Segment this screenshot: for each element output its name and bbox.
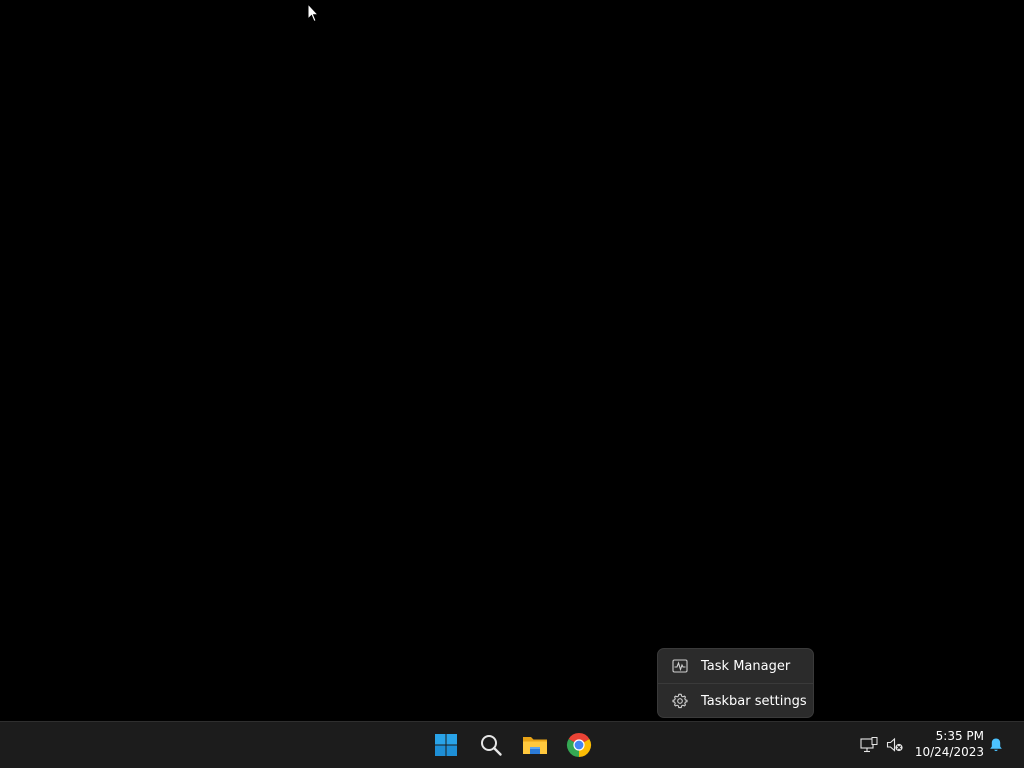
search-icon[interactable]	[476, 730, 506, 760]
task-manager-icon	[672, 658, 688, 674]
clock-date: 10/24/2023	[914, 745, 984, 759]
menu-item-label: Task Manager	[701, 658, 791, 674]
folder-icon[interactable]	[520, 730, 550, 760]
gear-icon	[672, 693, 688, 709]
clock-time: 5:35 PM	[935, 729, 984, 743]
desktop-background[interactable]	[0, 0, 1024, 721]
system-clock[interactable]: 5:35 PM 10/24/2023	[912, 728, 984, 760]
menu-item-taskbar-settings[interactable]: Taskbar settings	[661, 686, 810, 716]
chrome-icon[interactable]	[564, 730, 594, 760]
menu-item-label: Taskbar settings	[701, 693, 807, 709]
volume-muted-icon[interactable]	[885, 735, 905, 755]
taskbar-context-menu: Task Manager Taskbar settings	[657, 648, 814, 718]
bell-icon[interactable]	[986, 735, 1006, 755]
menu-divider	[658, 683, 813, 684]
mouse-cursor-icon	[307, 3, 319, 23]
taskbar[interactable]: 5:35 PM 10/24/2023	[0, 721, 1024, 768]
menu-item-task-manager[interactable]: Task Manager	[661, 651, 810, 681]
windows-start-icon[interactable]	[431, 730, 461, 760]
network-icon[interactable]	[859, 735, 879, 755]
